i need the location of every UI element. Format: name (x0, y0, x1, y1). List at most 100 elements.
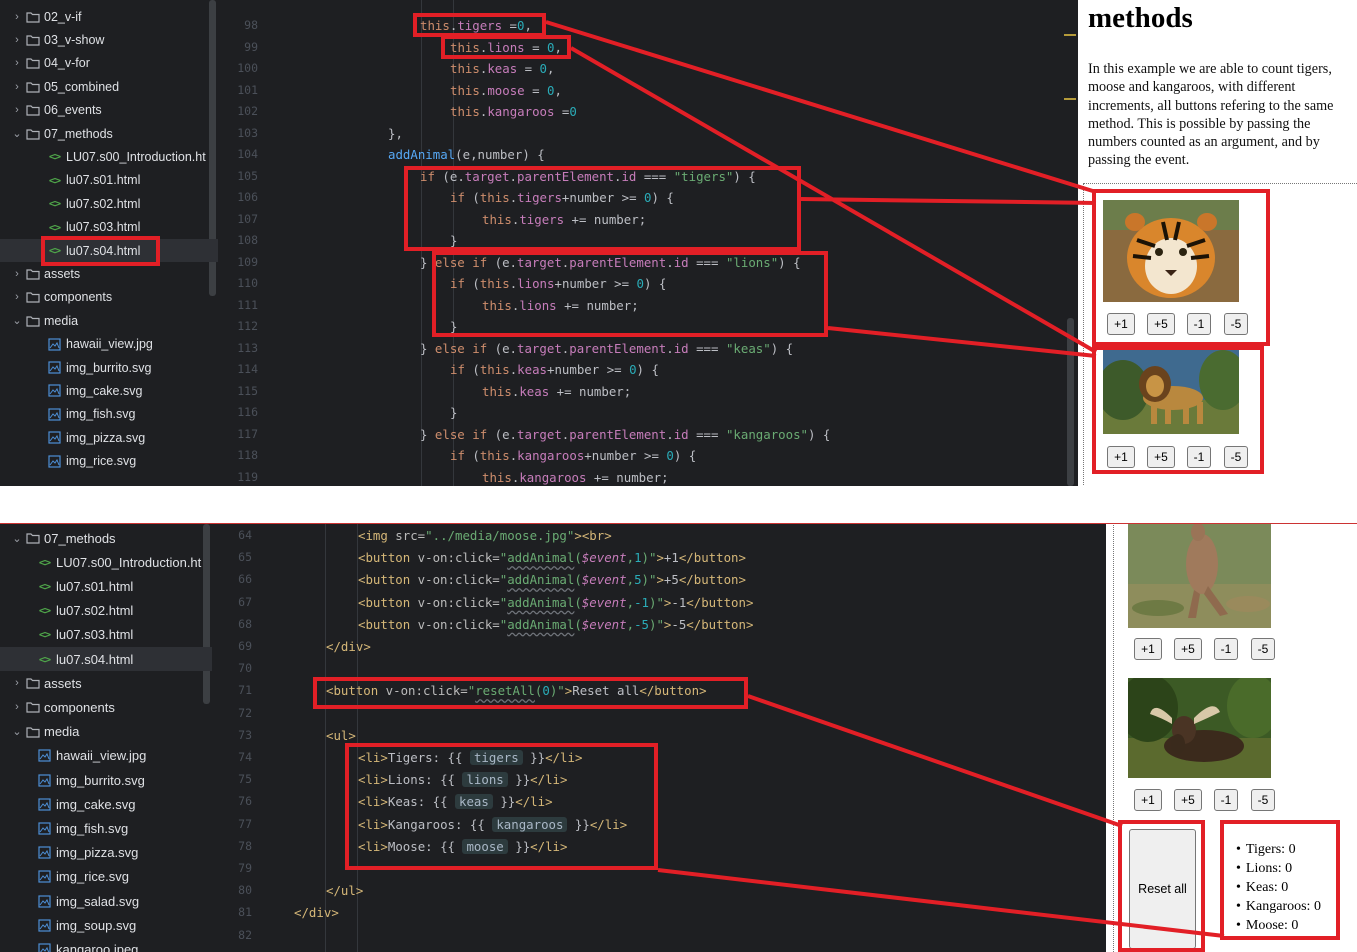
chevron-down-icon[interactable]: ⌄ (10, 532, 24, 545)
tree-item-lu07-s04-html[interactable]: <> lu07.s04.html (0, 239, 218, 262)
moose-minus-1-button[interactable]: -1 (1214, 789, 1238, 811)
code-line[interactable]: 69 </div> (212, 636, 1106, 657)
chevron-right-icon[interactable]: › (10, 34, 24, 46)
tree-item-lu07-s03-html[interactable]: <> lu07.s03.html (0, 216, 218, 239)
chevron-right-icon[interactable]: › (10, 11, 24, 23)
code-line[interactable]: 79 (212, 858, 1106, 879)
kangaroo-plus-5-button[interactable]: +5 (1174, 638, 1202, 660)
tree-item-hawaii-view-jpg[interactable]: hawaii_view.jpg (0, 333, 218, 356)
code-line[interactable]: 119 this.kangaroos += number; (218, 467, 1078, 487)
tree-item-media[interactable]: ⌄ media (0, 309, 218, 332)
code-line[interactable]: 99 this.lions = 0, (218, 37, 1078, 58)
code-line[interactable]: 68 <button v-on:click="addAnimal($event,-… (212, 614, 1106, 635)
chevron-right-icon[interactable]: › (10, 677, 24, 689)
tree-item-img-burrito-svg[interactable]: img_burrito.svg (0, 768, 212, 792)
tree-item-img-burrito-svg[interactable]: img_burrito.svg (0, 356, 218, 379)
tree-item-lu07-s00-introduction-ht[interactable]: <> LU07.s00_Introduction.ht (0, 550, 212, 574)
kangaroo-minus-5-button[interactable]: -5 (1251, 638, 1275, 660)
code-line[interactable]: 98 this.tigers =0, (218, 15, 1078, 36)
tree-item-img-rice-svg[interactable]: img_rice.svg (0, 450, 218, 473)
code-line[interactable]: 117} else if (e.target.parentElement.id … (218, 424, 1078, 445)
tree-item-img-pizza-svg[interactable]: img_pizza.svg (0, 426, 218, 449)
tree-item-lu07-s04-html[interactable]: <> lu07.s04.html (0, 647, 212, 671)
code-line[interactable]: 73 <ul> (212, 725, 1106, 746)
code-editor[interactable]: 98 this.tigers =0, 99 this.lions = 0, 100 thi… (218, 0, 1078, 486)
tree-item-img-fish-svg[interactable]: img_fish.svg (0, 816, 212, 840)
tree-item-kangaroo-jpeg[interactable]: kangaroo.jpeg (0, 937, 212, 952)
chevron-down-icon[interactable]: ⌄ (10, 314, 24, 327)
code-line[interactable]: 105 if (e.target.parentElement.id === "ti… (218, 166, 1078, 187)
chevron-right-icon[interactable]: › (10, 268, 24, 280)
code-line[interactable]: 82 (212, 925, 1106, 946)
kangaroo-minus-1-button[interactable]: -1 (1214, 638, 1238, 660)
code-editor[interactable]: 64 <img src="../media/moose.jpg"><br> 65 <b… (212, 524, 1106, 952)
tree-item-img-salad-svg[interactable]: img_salad.svg (0, 889, 212, 913)
tiger-minus-5-button[interactable]: -5 (1224, 313, 1248, 335)
tree-item-img-cake-svg[interactable]: img_cake.svg (0, 792, 212, 816)
code-line[interactable]: 72 (212, 703, 1106, 724)
tiger-plus-1-button[interactable]: +1 (1107, 313, 1135, 335)
tree-item-lu07-s00-introduction-ht[interactable]: <> LU07.s00_Introduction.ht (0, 145, 218, 168)
code-line[interactable]: 65 <button v-on:click="addAnimal($event,1… (212, 547, 1106, 568)
code-line[interactable]: 112} (218, 316, 1078, 337)
tree-item-02-v-if[interactable]: › 02_v-if (0, 5, 218, 28)
tree-item-img-soup-svg[interactable]: img_soup.svg (0, 913, 212, 937)
moose-minus-5-button[interactable]: -5 (1251, 789, 1275, 811)
code-line[interactable]: 66 <button v-on:click="addAnimal($event,5… (212, 569, 1106, 590)
tree-item-07-methods[interactable]: ⌄ 07_methods (0, 122, 218, 145)
chevron-right-icon[interactable]: › (10, 104, 24, 116)
tree-item-media[interactable]: ⌄ media (0, 720, 212, 744)
chevron-right-icon[interactable]: › (10, 701, 24, 713)
lion-plus-1-button[interactable]: +1 (1107, 446, 1135, 468)
tree-item-img-cake-svg[interactable]: img_cake.svg (0, 379, 218, 402)
code-line[interactable]: 64 <img src="../media/moose.jpg"><br> (212, 525, 1106, 546)
code-line[interactable]: 76 <li>Keas: {{ keas }}</li> (212, 791, 1106, 812)
tree-item-lu07-s02-html[interactable]: <> lu07.s02.html (0, 192, 218, 215)
tree-item-components[interactable]: › components (0, 695, 212, 719)
tree-item-components[interactable]: › components (0, 286, 218, 309)
code-line[interactable]: 67 <button v-on:click="addAnimal($event,-… (212, 592, 1106, 613)
tiger-plus-5-button[interactable]: +5 (1147, 313, 1175, 335)
tree-item-hawaii-view-jpg[interactable]: hawaii_view.jpg (0, 744, 212, 768)
tree-item-lu07-s01-html[interactable]: <> lu07.s01.html (0, 169, 218, 192)
tree-item-img-fish-svg[interactable]: img_fish.svg (0, 403, 218, 426)
lion-plus-5-button[interactable]: +5 (1147, 446, 1175, 468)
code-line[interactable]: 103}, (218, 123, 1078, 144)
tree-item-assets[interactable]: › assets (0, 262, 218, 285)
tree-item-img-rice-svg[interactable]: img_rice.svg (0, 865, 212, 889)
code-line[interactable]: 102 this.kangaroos =0 (218, 101, 1078, 122)
code-line[interactable]: 81 </div> (212, 902, 1106, 923)
code-line[interactable]: 111 this.lions += number; (218, 295, 1078, 316)
code-line[interactable]: 114 if (this.keas+number >= 0) { (218, 359, 1078, 380)
lion-minus-1-button[interactable]: -1 (1187, 446, 1211, 468)
tree-item-lu07-s02-html[interactable]: <> lu07.s02.html (0, 599, 212, 623)
tree-item-07-methods[interactable]: ⌄ 07_methods (0, 526, 212, 550)
code-line[interactable]: 118 if (this.kangaroos+number >= 0) { (218, 445, 1078, 466)
moose-plus-1-button[interactable]: +1 (1134, 789, 1162, 811)
tree-item-lu07-s03-html[interactable]: <> lu07.s03.html (0, 623, 212, 647)
chevron-right-icon[interactable]: › (10, 81, 24, 93)
moose-plus-5-button[interactable]: +5 (1174, 789, 1202, 811)
code-line[interactable]: 77 <li>Kangaroos: {{ kangaroos }}</li> (212, 814, 1106, 835)
code-line[interactable]: 108} (218, 230, 1078, 251)
tree-item-05-combined[interactable]: › 05_combined (0, 75, 218, 98)
reset-all-button[interactable]: Reset all (1129, 829, 1196, 949)
code-line[interactable]: 70 (212, 658, 1106, 679)
code-line[interactable]: 116} (218, 402, 1078, 423)
code-line[interactable]: 106 if (this.tigers+number >= 0) { (218, 187, 1078, 208)
code-line[interactable]: 110 if (this.lions+number >= 0) { (218, 273, 1078, 294)
code-line[interactable]: 71 <button v-on:click="resetAll(0)">Reset… (212, 680, 1106, 701)
tree-item-03-v-show[interactable]: › 03_v-show (0, 28, 218, 51)
tree-item-lu07-s01-html[interactable]: <> lu07.s01.html (0, 574, 212, 598)
code-line[interactable]: 104 addAnimal(e,number) { (218, 144, 1078, 165)
code-line[interactable]: 80 </ul> (212, 880, 1106, 901)
code-line[interactable]: 78 <li>Moose: {{ moose }}</li> (212, 836, 1106, 857)
code-line[interactable]: 101 this.moose = 0, (218, 80, 1078, 101)
chevron-right-icon[interactable]: › (10, 57, 24, 69)
code-line[interactable]: 74 <li>Tigers: {{ tigers }}</li> (212, 747, 1106, 768)
code-line[interactable]: 75 <li>Lions: {{ lions }}</li> (212, 769, 1106, 790)
tree-item-06-events[interactable]: › 06_events (0, 99, 218, 122)
tiger-minus-1-button[interactable]: -1 (1187, 313, 1211, 335)
code-line[interactable]: 107 this.tigers += number; (218, 209, 1078, 230)
code-line[interactable]: 113} else if (e.target.parentElement.id … (218, 338, 1078, 359)
